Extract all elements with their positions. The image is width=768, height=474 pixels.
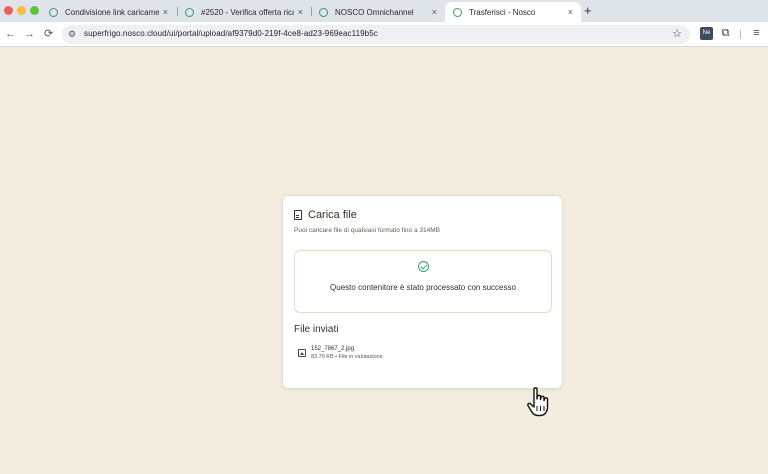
reload-icon[interactable]: ⟳ (44, 26, 53, 42)
document-icon (294, 210, 302, 220)
bookmark-star-icon[interactable]: ☆ (672, 27, 682, 41)
tab-trasferisci-nosco[interactable]: Trasferisci - Nosco × (445, 2, 581, 22)
file-list-item: 152_7867_2.jpg 83.79 KB • File in valuta… (298, 346, 498, 366)
tab-title: Trasferisci - Nosco (469, 7, 536, 17)
maximize-window-icon[interactable] (30, 6, 39, 15)
back-arrow-icon[interactable]: ← (5, 26, 16, 42)
tab-nosco-omnichannel[interactable]: NOSCO Omnichannel × (311, 2, 445, 22)
new-tab-button[interactable]: + (584, 3, 592, 19)
close-window-icon[interactable] (4, 6, 13, 15)
file-meta: 83.79 KB • File in valutazione (311, 354, 383, 360)
tab-verifica-offerta[interactable]: #2520 - Verifica offerta ricarica × (177, 2, 311, 22)
tab-favicon-icon (453, 7, 462, 17)
close-icon[interactable]: × (432, 7, 437, 17)
close-icon[interactable]: × (163, 7, 168, 17)
url-text[interactable]: superfrigo.nosco.cloud/ui/portal/upload/… (84, 29, 378, 38)
upload-card: Carica file Puoi caricare file di qualsi… (282, 195, 563, 389)
browser-toolbar: ← → ⟳ ⚙ superfrigo.nosco.cloud/ui/portal… (0, 22, 768, 47)
tab-favicon-icon (49, 7, 58, 17)
forward-arrow-icon[interactable]: → (24, 26, 35, 42)
hand-pointer-cursor-icon (527, 387, 549, 417)
close-icon[interactable]: × (298, 7, 303, 17)
tab-favicon-icon (319, 7, 328, 17)
tab-strip: Condivisione link caricamento × #2520 - … (0, 0, 768, 22)
tab-title: #2520 - Verifica offerta ricarica (201, 7, 294, 17)
upload-subtitle: Puoi caricare file di qualsiasi formato … (294, 227, 440, 234)
image-file-icon (298, 349, 306, 357)
toolbar-separator (740, 30, 741, 39)
extensions-puzzle-icon[interactable]: ⧉ (719, 27, 732, 40)
tab-title: Condivisione link caricamento (65, 7, 159, 17)
tab-favicon-icon (185, 7, 194, 17)
reading-list-icon[interactable]: ≡ (750, 27, 763, 40)
file-name: 152_7867_2.jpg (311, 346, 355, 352)
card-header: Carica file (294, 209, 357, 221)
success-container: Questo contenitore è stato processato co… (294, 250, 552, 313)
success-message: Questo contenitore è stato processato co… (330, 283, 516, 292)
card-title: Carica file (308, 209, 357, 221)
address-bar[interactable]: ⚙ superfrigo.nosco.cloud/ui/portal/uploa… (62, 25, 690, 44)
minimize-window-icon[interactable] (17, 6, 26, 15)
tab-condivisione[interactable]: Condivisione link caricamento × (41, 2, 176, 22)
tab-title: NOSCO Omnichannel (335, 7, 414, 17)
check-circle-icon (418, 261, 429, 272)
sent-files-title: File inviati (294, 324, 339, 335)
site-info-icon[interactable]: ⚙ (68, 27, 76, 41)
extension-badge-icon[interactable]: Ne (700, 27, 713, 40)
close-icon[interactable]: × (568, 7, 573, 17)
